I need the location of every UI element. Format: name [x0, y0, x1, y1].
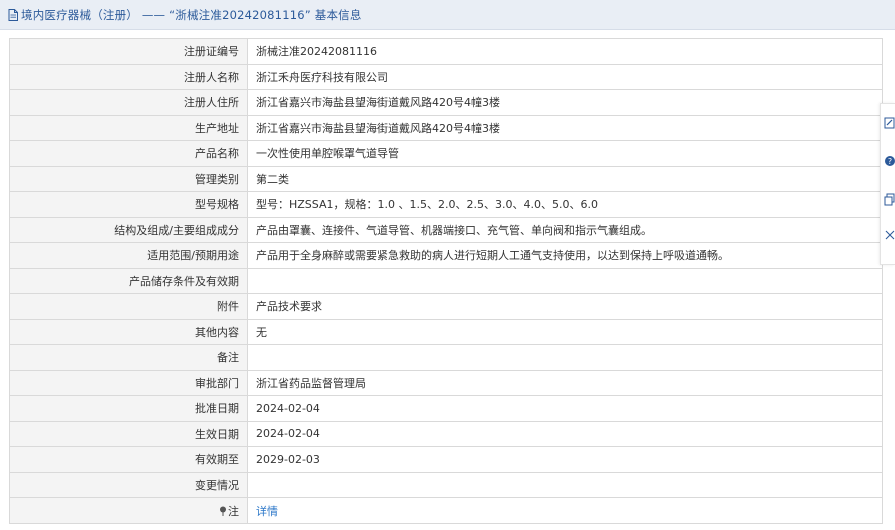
row-value: 产品用于全身麻醉或需要紧急救助的病人进行短期人工通气支持使用，以达到保持上呼吸道…	[247, 242, 883, 269]
row-label: 管理类别	[9, 165, 248, 192]
row-label: 结构及组成/主要组成成分	[9, 216, 248, 243]
table-row: 生效日期 2024-02-04	[9, 420, 883, 447]
svg-text:?: ?	[888, 157, 892, 166]
row-value: 2024-02-04	[247, 420, 883, 447]
row-label: 变更情况	[9, 471, 248, 498]
row-value	[247, 267, 883, 294]
info-table-body: 注册证编号 浙械注准20242081116 注册人名称 浙江禾舟医疗科技有限公司 注册人…	[9, 38, 883, 524]
info-table: 注册证编号 浙械注准20242081116 注册人名称 浙江禾舟医疗科技有限公司 注册人…	[9, 38, 883, 524]
row-label: 附件	[9, 293, 248, 320]
row-value: 2024-02-04	[247, 395, 883, 422]
row-label: 有效期至	[9, 446, 248, 473]
table-row: 注册人住所 浙江省嘉兴市海盐县望海街道戴风路420号4幢3楼	[9, 89, 883, 116]
row-value: 无	[247, 318, 883, 345]
row-label: 型号规格	[9, 191, 248, 218]
row-value-note: 详情	[247, 497, 883, 524]
note-label: 注	[228, 504, 239, 518]
row-label: 产品储存条件及有效期	[9, 267, 248, 294]
row-label: 注册证编号	[9, 38, 248, 65]
row-label: 注册人名称	[9, 63, 248, 90]
row-value: 产品由罩囊、连接件、气道导管、机器端接口、充气管、单向阀和指示气囊组成。	[247, 216, 883, 243]
table-row: 管理类别 第二类	[9, 165, 883, 192]
row-label: 产品名称	[9, 140, 248, 167]
table-row: 批准日期 2024-02-04	[9, 395, 883, 422]
row-value: 浙江省药品监督管理局	[247, 369, 883, 396]
table-row: 产品名称 一次性使用单腔喉罩气道导管	[9, 140, 883, 167]
table-row: 生产地址 浙江省嘉兴市海盐县望海街道戴风路420号4幢3楼	[9, 114, 883, 141]
help-icon[interactable]: ?	[884, 154, 895, 168]
table-row-note: 注 详情	[9, 497, 883, 524]
table-row: 审批部门 浙江省药品监督管理局	[9, 369, 883, 396]
table-row: 型号规格 型号：HZSSA1，规格：1.0 、1.5、2.0、2.5、3.0、4.…	[9, 191, 883, 218]
table-row: 附件 产品技术要求	[9, 293, 883, 320]
table-row: 备注	[9, 344, 883, 371]
row-value: 一次性使用单腔喉罩气道导管	[247, 140, 883, 167]
table-row: 产品储存条件及有效期	[9, 267, 883, 294]
row-value: 第二类	[247, 165, 883, 192]
table-row: 变更情况	[9, 471, 883, 498]
row-label: 备注	[9, 344, 248, 371]
row-value: 浙械注准20242081116	[247, 38, 883, 65]
row-value	[247, 471, 883, 498]
detail-link[interactable]: 详情	[256, 505, 278, 518]
pin-icon	[220, 506, 226, 516]
page-title: 境内医疗器械（注册） —— “浙械注准20242081116” 基本信息	[21, 7, 362, 22]
row-value: 2029-02-03	[247, 446, 883, 473]
row-label: 注册人住所	[9, 89, 248, 116]
copy-icon[interactable]	[884, 192, 895, 206]
row-value: 浙江省嘉兴市海盐县望海街道戴风路420号4幢3楼	[247, 114, 883, 141]
title-bar: 境内医疗器械（注册） —— “浙械注准20242081116” 基本信息	[0, 0, 895, 30]
table-row: 注册人名称 浙江禾舟医疗科技有限公司	[9, 63, 883, 90]
row-value: 型号：HZSSA1，规格：1.0 、1.5、2.0、2.5、3.0、4.0、5.…	[247, 191, 883, 218]
table-row: 结构及组成/主要组成成分 产品由罩囊、连接件、气道导管、机器端接口、充气管、单向阀…	[9, 216, 883, 243]
row-label: 生效日期	[9, 420, 248, 447]
row-value: 浙江禾舟医疗科技有限公司	[247, 63, 883, 90]
page: 境内医疗器械（注册） —— “浙械注准20242081116” 基本信息 注册证…	[0, 0, 895, 530]
table-row: 其他内容无	[9, 318, 883, 345]
row-label: 其他内容	[9, 318, 248, 345]
table-row: 适用范围/预期用途 产品用于全身麻醉或需要紧急救助的病人进行短期人工通气支持使用，…	[9, 242, 883, 269]
edit-icon[interactable]	[884, 116, 895, 130]
row-value	[247, 344, 883, 371]
row-value: 产品技术要求	[247, 293, 883, 320]
row-label: 生产地址	[9, 114, 248, 141]
row-value: 浙江省嘉兴市海盐县望海街道戴风路420号4幢3楼	[247, 89, 883, 116]
side-toolbar: ?	[880, 103, 895, 265]
row-label: 审批部门	[9, 369, 248, 396]
close-icon[interactable]	[884, 228, 895, 242]
table-row: 注册证编号 浙械注准20242081116	[9, 38, 883, 65]
table-row: 有效期至 2029-02-03	[9, 446, 883, 473]
document-icon	[8, 8, 18, 21]
row-label-note: 注	[9, 497, 248, 524]
row-label: 批准日期	[9, 395, 248, 422]
row-label: 适用范围/预期用途	[9, 242, 248, 269]
